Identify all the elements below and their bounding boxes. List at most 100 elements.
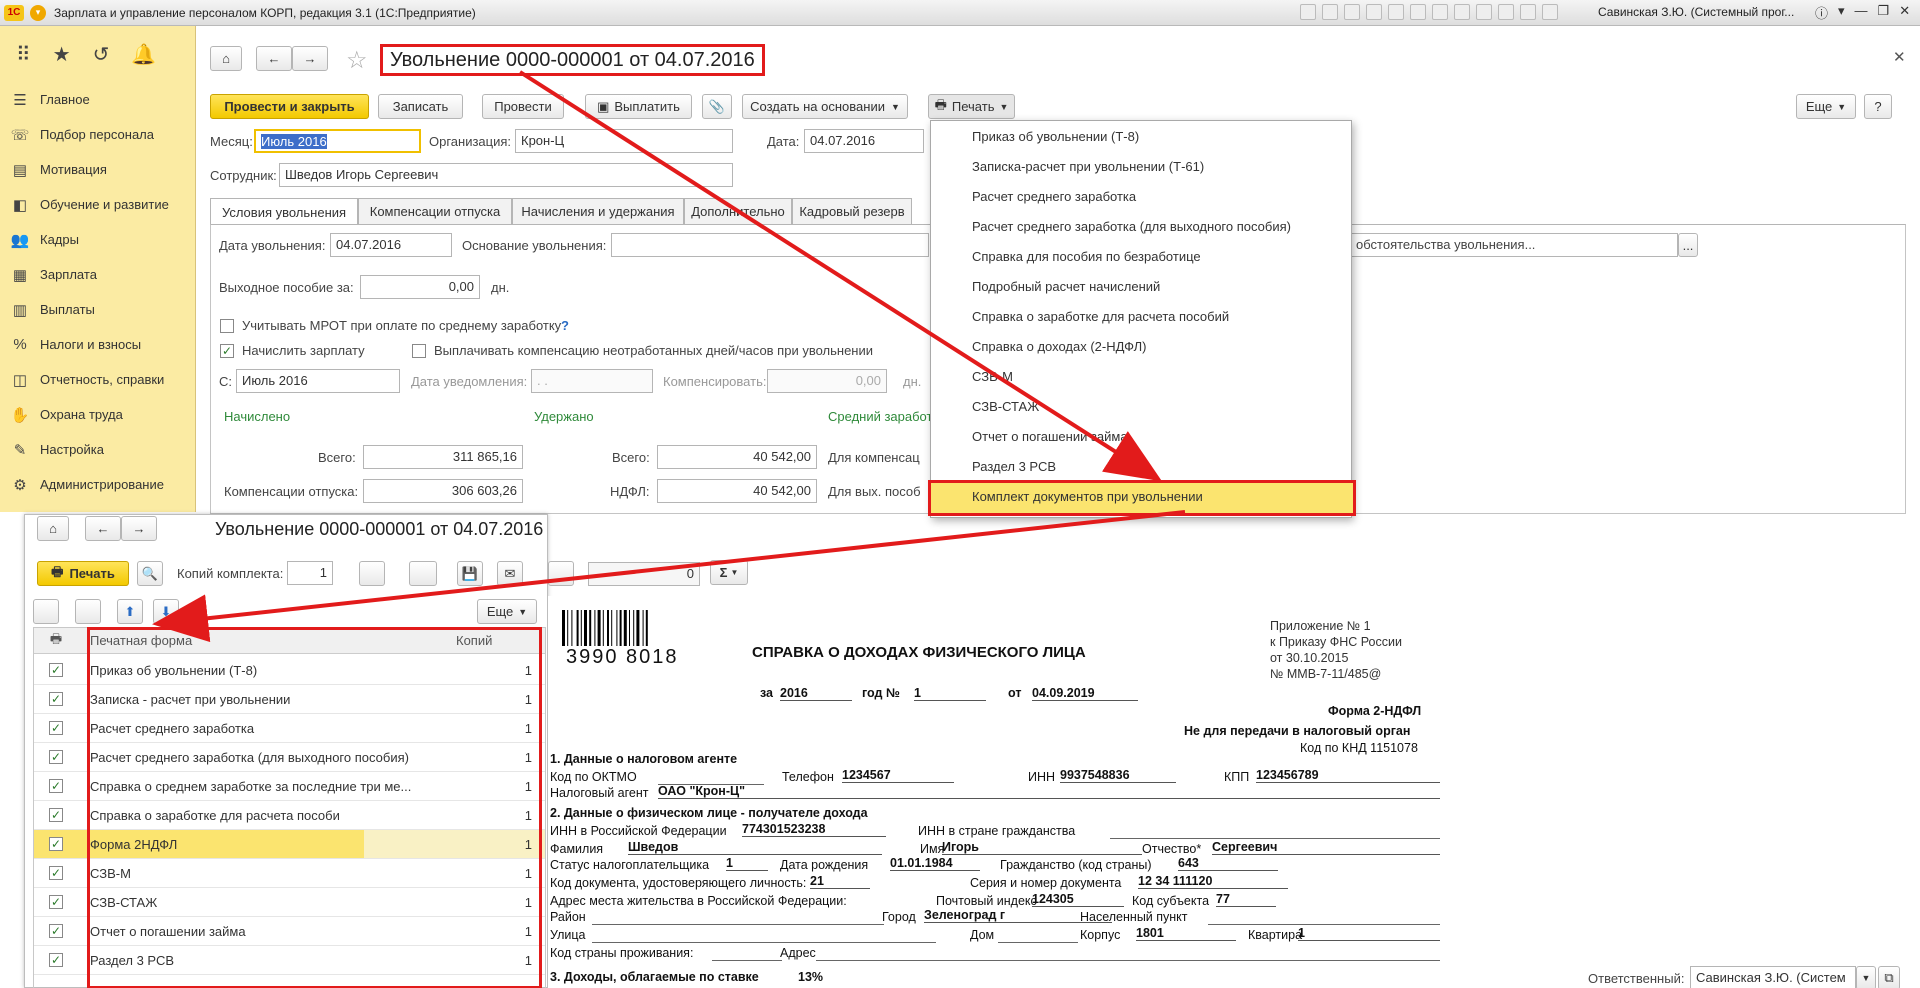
row-checkbox[interactable]: ✓ bbox=[49, 924, 63, 938]
memory-minus-icon[interactable] bbox=[1498, 4, 1514, 20]
close-window-icon[interactable]: ✕ bbox=[1899, 3, 1910, 22]
sum-button[interactable]: Σ ▼ bbox=[710, 560, 748, 585]
save-button[interactable]: Записать bbox=[378, 94, 463, 119]
severance-field[interactable]: 0,00 bbox=[360, 275, 480, 299]
tab-2[interactable]: Начисления и удержания bbox=[512, 198, 684, 224]
tab-4[interactable]: Кадровый резерв bbox=[792, 198, 912, 224]
tab-0[interactable]: Условия увольнения bbox=[210, 198, 358, 225]
help-button[interactable]: ? bbox=[1864, 94, 1892, 119]
print-menu-item[interactable]: Приказ об увольнении (Т-8) bbox=[972, 129, 1139, 144]
print-button[interactable]: 🖶 Печать bbox=[37, 561, 129, 586]
more-button[interactable]: Еще ▼ bbox=[1796, 94, 1856, 119]
minimize-icon[interactable]: — bbox=[1855, 3, 1868, 22]
apps-grid-icon[interactable]: ⠿ bbox=[16, 42, 31, 67]
sidebar-item[interactable]: ▤ Мотивация bbox=[0, 152, 195, 187]
panel-home-button[interactable]: ⌂ bbox=[37, 516, 69, 541]
save-file-button[interactable]: 💾 bbox=[457, 561, 483, 586]
panel-icon[interactable] bbox=[1542, 4, 1558, 20]
row-checkbox[interactable]: ✓ bbox=[49, 750, 63, 764]
forward-button[interactable]: → bbox=[292, 46, 328, 71]
email-button[interactable]: ✉ bbox=[497, 561, 523, 586]
tab-1[interactable]: Компенсации отпуска bbox=[358, 198, 512, 224]
more-icon[interactable]: ▾ bbox=[1838, 3, 1845, 22]
dismissal-date-field[interactable]: 04.07.2016 bbox=[330, 233, 452, 257]
sidebar-item[interactable]: ☰ Главное bbox=[0, 82, 195, 117]
print-menu-item[interactable]: Расчет среднего заработка (для выходного… bbox=[972, 219, 1291, 234]
responsible-open-button[interactable]: ⧉ bbox=[1878, 966, 1900, 988]
attach-button[interactable]: 📎 bbox=[702, 94, 732, 119]
sidebar-item[interactable]: ◫ Отчетность, справки bbox=[0, 362, 195, 397]
history-icon[interactable] bbox=[1432, 4, 1448, 20]
preview-button[interactable]: 🔍 bbox=[137, 561, 163, 586]
save-icon[interactable] bbox=[1300, 4, 1316, 20]
memory-plus-icon[interactable] bbox=[1476, 4, 1492, 20]
print-menu-button[interactable]: 🖶 Печать ▼ bbox=[928, 94, 1015, 119]
print-icon[interactable] bbox=[1322, 4, 1338, 20]
print-menu-item[interactable]: Раздел 3 РСВ bbox=[972, 459, 1056, 474]
tab-3[interactable]: Дополнительно bbox=[684, 198, 792, 224]
preview-icon[interactable] bbox=[1344, 4, 1360, 20]
organization-field[interactable]: Крон-Ц bbox=[515, 129, 733, 153]
mrot-help-icon[interactable]: ? bbox=[561, 318, 569, 333]
basis-field[interactable] bbox=[611, 233, 929, 257]
close-form-icon[interactable]: ✕ bbox=[1893, 48, 1906, 66]
sidebar-item[interactable]: % Налоги и взносы bbox=[0, 327, 195, 362]
print-menu-item[interactable]: Расчет среднего заработка bbox=[972, 189, 1136, 204]
pay-compensation-checkbox[interactable] bbox=[412, 344, 426, 358]
mrot-checkbox[interactable] bbox=[220, 319, 234, 333]
move-down-button[interactable]: ⬇ bbox=[153, 599, 179, 624]
print-menu-item[interactable]: Подробный расчет начислений bbox=[972, 279, 1160, 294]
print-menu-item[interactable]: Записка-расчет при увольнении (Т-61) bbox=[972, 159, 1204, 174]
calendar-icon[interactable] bbox=[1388, 4, 1404, 20]
back-button[interactable]: ← bbox=[256, 46, 292, 71]
copies-field[interactable]: 1 bbox=[287, 561, 333, 585]
print-menu-item[interactable]: СЗВ-М bbox=[972, 369, 1013, 384]
employee-field[interactable]: Шведов Игорь Сергеевич bbox=[279, 163, 733, 187]
sidebar-item[interactable]: ▦ Зарплата bbox=[0, 257, 195, 292]
copies-field-2[interactable]: 0 bbox=[588, 562, 700, 586]
add-icon[interactable] bbox=[1366, 4, 1382, 20]
post-button[interactable]: Провести bbox=[482, 94, 564, 119]
date-field[interactable]: 04.07.2016 bbox=[804, 129, 924, 153]
row-checkbox[interactable]: ✓ bbox=[49, 808, 63, 822]
sidebar-item[interactable]: ✋ Охрана труда bbox=[0, 397, 195, 432]
notifications-bell-icon[interactable]: 🔔 bbox=[131, 42, 156, 67]
home-button[interactable]: ⌂ bbox=[210, 46, 242, 71]
print-menu-item[interactable]: Справка для пособия по безработице bbox=[972, 249, 1201, 264]
responsible-dropdown-button[interactable]: ▼ bbox=[1856, 966, 1876, 988]
panel-more-button[interactable]: Еще ▼ bbox=[477, 599, 537, 624]
row-checkbox[interactable]: ✓ bbox=[49, 692, 63, 706]
move-up-button[interactable]: ⬆ bbox=[117, 599, 143, 624]
favorites-star-icon[interactable]: ★ bbox=[53, 42, 71, 67]
print-menu-item[interactable]: Комплект документов при увольнении bbox=[972, 489, 1203, 504]
sidebar-item[interactable]: ⚙ Администрирование bbox=[0, 467, 195, 502]
sidebar-item[interactable]: ☏ Подбор персонала bbox=[0, 117, 195, 152]
row-checkbox[interactable]: ✓ bbox=[49, 866, 63, 880]
panel-forward-button[interactable]: → bbox=[121, 516, 157, 541]
from-field[interactable]: Июль 2016 bbox=[236, 369, 400, 393]
print-menu-item[interactable]: Справка о доходах (2-НДФЛ) bbox=[972, 339, 1146, 354]
month-field[interactable]: Июль 2016 bbox=[254, 129, 421, 153]
sidebar-item[interactable]: ✎ Настройка bbox=[0, 432, 195, 467]
responsible-field[interactable]: Савинская З.Ю. (Систем bbox=[1690, 966, 1856, 988]
circumstances-open-button[interactable]: ... bbox=[1678, 233, 1698, 257]
zoom-icon[interactable] bbox=[1520, 4, 1536, 20]
calculator-icon[interactable] bbox=[1410, 4, 1426, 20]
main-menu-icon[interactable]: ▾ bbox=[30, 4, 46, 21]
favorite-star-icon[interactable]: ☆ bbox=[346, 46, 368, 75]
table-settings-button[interactable] bbox=[359, 561, 385, 586]
restore-icon[interactable]: ❐ bbox=[1878, 3, 1890, 22]
row-checkbox[interactable]: ✓ bbox=[49, 953, 63, 967]
memory-icon[interactable] bbox=[1454, 4, 1470, 20]
notice-date-field[interactable]: . . bbox=[531, 369, 653, 393]
sidebar-item[interactable]: ▥ Выплаты bbox=[0, 292, 195, 327]
sidebar-item[interactable]: 👥 Кадры bbox=[0, 222, 195, 257]
current-user[interactable]: Савинская З.Ю. (Системный прог... bbox=[1598, 5, 1794, 19]
history-clock-icon[interactable]: ↺ bbox=[93, 42, 110, 67]
post-and-close-button[interactable]: Провести и закрыть bbox=[210, 94, 369, 119]
row-checkbox[interactable]: ✓ bbox=[49, 663, 63, 677]
goto-button[interactable] bbox=[548, 561, 574, 586]
compensate-field[interactable]: 0,00 bbox=[767, 369, 887, 393]
panel-back-button[interactable]: ← bbox=[85, 516, 121, 541]
print-menu-item[interactable]: Отчет о погашении займа bbox=[972, 429, 1128, 444]
